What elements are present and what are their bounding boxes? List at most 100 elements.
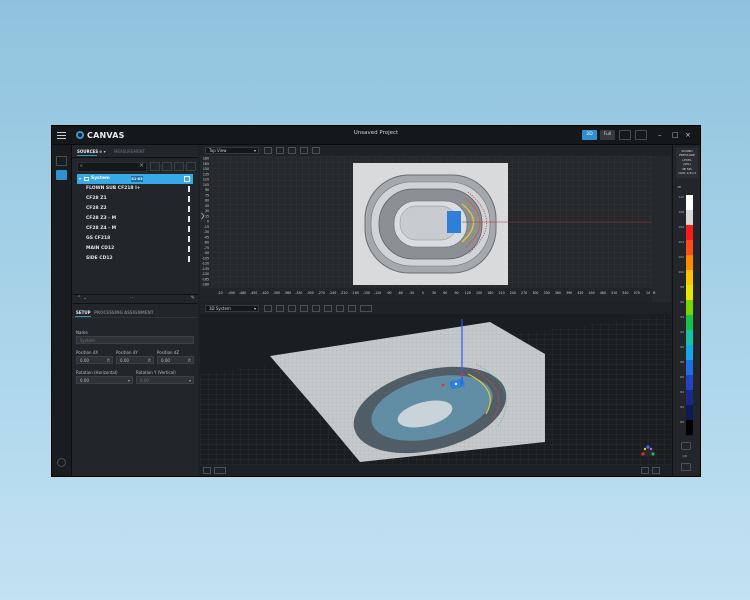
level-indicator — [188, 206, 190, 212]
snap-icon[interactable] — [312, 147, 320, 154]
help-rail-icon[interactable] — [57, 458, 66, 467]
measure-icon[interactable] — [288, 147, 296, 154]
view-2d-button[interactable]: 2D — [582, 130, 597, 140]
tab-sources[interactable]: SOURCES — [77, 149, 98, 154]
layers-icon[interactable] — [276, 305, 284, 312]
scale-value-label: 90 — [680, 345, 684, 349]
x-tick-label: -150 — [363, 291, 370, 295]
source-label: CF28 Z4 - M — [86, 226, 117, 231]
video-icon[interactable] — [360, 305, 372, 312]
view-full-button[interactable]: Full — [600, 130, 615, 140]
3d-view-canvas[interactable] — [200, 314, 671, 465]
maximize-icon[interactable]: □ — [672, 130, 679, 140]
tab-setup[interactable]: SETUP — [76, 310, 91, 315]
x-tick-label: -300 — [306, 291, 313, 295]
x-tick-label: -270 — [318, 291, 325, 295]
stepper-icon[interactable]: ▾ — [128, 377, 130, 384]
tree-row[interactable]: CF28 Z2 — [77, 204, 193, 214]
panel-divider[interactable]: ⌃ ⌄ ‥ ✎ — [72, 294, 198, 304]
3d-view-viewport[interactable]: 3D System ▾ — [200, 303, 671, 476]
name-field[interactable]: System — [76, 336, 194, 344]
add-speaker-icon[interactable] — [174, 162, 184, 171]
scale-value-label: 108 — [678, 210, 684, 214]
grid-toggle-icon[interactable] — [203, 467, 211, 474]
sources-rail-icon[interactable] — [56, 156, 67, 166]
minimize-icon[interactable]: – — [658, 130, 662, 140]
pan-icon[interactable] — [312, 305, 320, 312]
tree-row[interactable]: CF28 Z3 - M — [77, 214, 193, 224]
measure-icon[interactable] — [288, 305, 296, 312]
stepper-icon[interactable]: ▾ — [189, 377, 191, 384]
add-source-icon[interactable]: ⊕ ▾ — [99, 149, 106, 154]
expand-chevron-icon[interactable]: ▾ — [79, 174, 81, 184]
position-z-field[interactable]: 0.00 ft — [157, 356, 194, 364]
x-tick-label: -180 — [352, 291, 359, 295]
speaker-rail-icon[interactable] — [56, 170, 67, 180]
scale-value-label: 102 — [678, 255, 684, 259]
level-indicator — [188, 186, 190, 192]
layers-icon[interactable] — [276, 147, 284, 154]
x-tick-label: 14 — [646, 291, 650, 295]
trash-icon[interactable] — [652, 467, 660, 474]
tab-measurement[interactable]: MEASUREMENT — [114, 149, 145, 154]
tree-row[interactable]: SIDE CD12 — [77, 254, 193, 264]
ruler-icon[interactable] — [336, 305, 344, 312]
expand-panel-icon[interactable]: ⌃ ⌄ — [77, 295, 87, 301]
orbit-icon[interactable] — [300, 305, 308, 312]
x-tick-label: 270 — [521, 291, 527, 295]
undo-icon[interactable] — [619, 130, 631, 140]
position-y-field[interactable]: 0.00 ft — [116, 356, 154, 364]
tree-row[interactable]: GS CF218 — [77, 234, 193, 244]
tree-row[interactable]: MAIN CD12 — [77, 244, 193, 254]
y-tick-label: 135 — [203, 172, 209, 176]
rotation-vertical-label: Rotation Y (Vertical) — [136, 370, 176, 375]
top-view-canvas[interactable]: 1801651501351201059075604530150-15-30-45… — [200, 156, 671, 302]
scale-value-label: 110 — [678, 195, 684, 199]
delete-icon[interactable] — [186, 162, 196, 171]
edit-icon[interactable]: ✎ — [191, 295, 195, 301]
level-indicator — [188, 196, 190, 202]
fit-view-icon[interactable] — [264, 305, 272, 312]
close-icon[interactable]: × — [685, 130, 691, 140]
display-options-icon[interactable] — [214, 467, 226, 474]
tree-row-system[interactable]: ▾ System S1-X3 — [77, 174, 193, 184]
speaker-marker — [454, 382, 458, 386]
sort-icon[interactable] — [150, 162, 160, 171]
line-tool-icon[interactable] — [348, 305, 356, 312]
panel-collapse-icon[interactable] — [200, 211, 205, 221]
select-icon[interactable] — [324, 305, 332, 312]
settings-icon[interactable] — [635, 130, 647, 140]
camera-icon[interactable] — [300, 147, 308, 154]
view-select[interactable]: 3D System ▾ — [205, 305, 259, 312]
undo-icon[interactable] — [641, 467, 649, 474]
scale-unit-label: dB — [677, 185, 681, 189]
visibility-icon[interactable] — [184, 176, 190, 182]
search-input[interactable]: ⌕ × — [77, 162, 147, 172]
rotation-vertical-field[interactable]: 0.00 ▾ — [136, 376, 194, 384]
tab-assignment[interactable]: ASSIGNMENT — [124, 310, 154, 315]
scale-color-step — [686, 420, 693, 436]
tab-processing[interactable]: PROCESSING — [94, 310, 123, 315]
tree-row[interactable]: FLOWN SUB CF218 I+ — [77, 184, 193, 194]
x-tick-label: 300 — [532, 291, 538, 295]
rotation-horizontal-label: Rotation (Horizontal) — [76, 370, 118, 375]
view-select[interactable]: Top View ▾ — [205, 147, 259, 154]
collapse-icon[interactable] — [162, 162, 172, 171]
position-x-field[interactable]: 0.00 ft — [76, 356, 113, 364]
position-z-value: 0.00 — [161, 358, 170, 363]
scale-settings-icon[interactable] — [681, 442, 691, 450]
y-tick-label: 30 — [205, 209, 209, 213]
scale-value-label: 98 — [680, 285, 684, 289]
left-rail — [52, 145, 72, 476]
fit-view-icon[interactable] — [264, 147, 272, 154]
tree-row[interactable]: CF28 Z1 — [77, 194, 193, 204]
x-tick-label: -420 — [261, 291, 268, 295]
top-view-viewport[interactable]: Top View ▾ 180 165 150 135 120 105 90 75… — [200, 145, 671, 302]
clear-search-icon[interactable]: × — [139, 162, 144, 169]
rotation-horizontal-field[interactable]: 0.00 ▾ — [76, 376, 133, 384]
tree-row[interactable]: CF28 Z4 - M — [77, 224, 193, 234]
3d-view-footer — [200, 465, 671, 476]
collapse-right-icon[interactable] — [681, 463, 691, 471]
drag-handle-icon[interactable]: ‥ — [130, 294, 133, 300]
level-indicator — [188, 226, 190, 232]
